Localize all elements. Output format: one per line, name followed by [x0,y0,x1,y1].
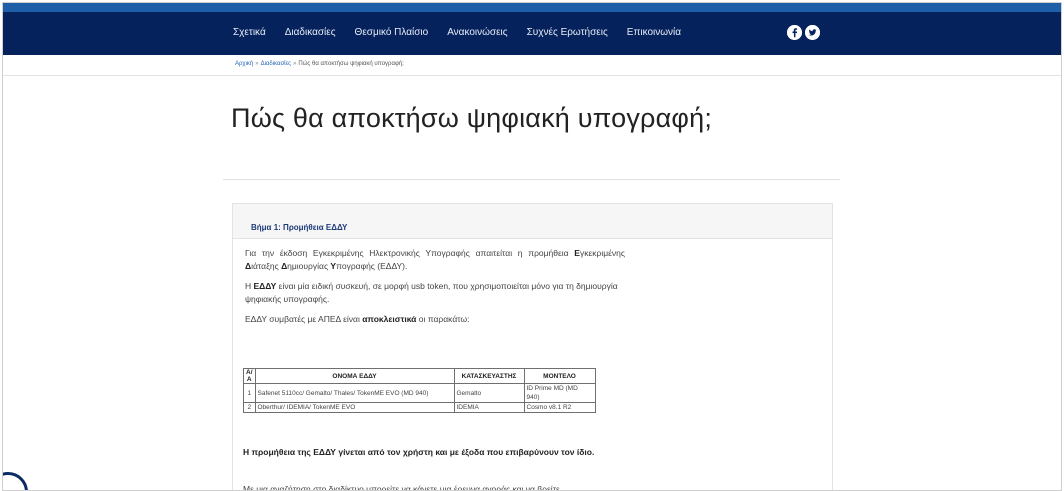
step-card-body: Για την έκδοση Εγκεκριμένης Ηλεκτρονικής… [245,247,625,334]
breadcrumb: Αρχική» Διαδικασίες» Πώς θα αποκτήσω ψηφια… [235,61,404,67]
browser-viewport: Σχετικά Διαδικασίες Θεσμικό Πλαίσιο Ανακ… [2,2,1062,491]
paragraph-text: οι παρακάτω: [416,314,470,324]
paragraph-text: ιάταξης [251,260,282,271]
table-cell: Gemalto [453,383,525,403]
bold-term: ΕΔΔΥ [253,281,277,291]
paragraph-intro: Για την έκδοση Εγκεκριμένης Ηλεκτρονικής… [245,247,625,272]
title-divider [223,179,840,180]
paragraph-text: γκεκριμένης [579,248,625,258]
paragraph-text: πογραφής (ΕΔΔΥ). [336,260,408,271]
purchase-note: Η προμήθεια της ΕΔΔΥ γίνεται από τον χρή… [243,447,595,457]
table-row: 1 Safenet 5110cc/ Gemalto/ Thales/ Token… [243,383,596,403]
breadcrumb-bar: Αρχική» Διαδικασίες» Πώς θα αποκτήσω ψηφια… [3,55,1061,76]
breadcrumb-home[interactable]: Αρχική [235,61,253,67]
nav-link-contact[interactable]: Επικοινωνία [627,27,681,38]
paragraph-compatible: ΕΔΔΥ συμβατές με ΑΠΕΔ είναι αποκλειστικά… [245,313,625,326]
bold-term: αποκλειστικά [362,314,417,324]
column-header: Α/Α [243,368,256,384]
paragraph-text: Η [245,281,254,291]
column-header: ΜΟΝΤΕΛΟ [523,368,596,384]
table-cell: Cosmo v8.1 R2 [523,402,596,413]
market-research-text: Με μια αναζήτηση στο διαδίκτυο μπορείτε … [243,484,560,491]
table-row: 2 Oberthur/ IDEMIA/ TokenME EVO IDEMIA C… [243,402,596,413]
paragraph-text: ημιουργίας [287,260,331,271]
breadcrumb-procedures[interactable]: Διαδικασίες [261,61,291,67]
top-accent-stripe [3,3,1061,12]
paragraph-device: Η ΕΔΔΥ είναι μία ειδική συσκευή, σε μορφ… [245,280,625,305]
table-cell: 2 [243,402,256,413]
breadcrumb-current: Πώς θα αποκτήσω ψηφιακή υπογραφή; [298,61,404,67]
nav-link-about[interactable]: Σχετικά [233,27,266,38]
nav-link-announcements[interactable]: Ανακοινώσεις [447,27,507,38]
paragraph-text: είναι μία ειδική συσκευή, σε μορφή usb t… [245,281,618,304]
breadcrumb-separator: » [293,61,297,67]
table-cell: IDEMIA [453,402,525,413]
table-cell: ID Prime MD (MD 940) [523,383,596,403]
paragraph-text: ΕΔΔΥ συμβατές με ΑΠΕΔ είναι [245,314,363,324]
breadcrumb-separator: » [255,61,259,67]
column-header: ΚΑΤΑΣΚΕΥΑΣΤΗΣ [453,368,525,384]
edd-devices-table: Α/Α ΟΝΟΜΑ ΕΔΔΥ ΚΑΤΑΣΚΕΥΑΣΤΗΣ ΜΟΝΤΕΛΟ 1 S… [243,368,596,413]
twitter-icon[interactable] [805,25,820,40]
table-cell: 1 [243,383,256,403]
nav-link-faq[interactable]: Συχνές Ερωτήσεις [527,27,608,38]
table-cell: Oberthur/ IDEMIA/ TokenME EVO [254,402,455,413]
nav-link-procedures[interactable]: Διαδικασίες [285,27,336,38]
main-nav: Σχετικά Διαδικασίες Θεσμικό Πλαίσιο Ανακ… [233,27,681,38]
chat-widget-button[interactable] [3,472,28,490]
top-navigation-bar: Σχετικά Διαδικασίες Θεσμικό Πλαίσιο Ανακ… [3,3,1061,55]
page-title: Πώς θα αποκτήσω ψηφιακή υπογραφή; [231,103,713,133]
paragraph-text: Για την έκδοση Εγκεκριμένης Ηλεκτρονικής… [245,248,575,258]
social-links [787,25,820,40]
step-heading: Βήμα 1: Προμήθεια ΕΔΔΥ [251,223,348,232]
step-card-header[interactable]: Βήμα 1: Προμήθεια ΕΔΔΥ [233,204,832,239]
table-header-row: Α/Α ΟΝΟΜΑ ΕΔΔΥ ΚΑΤΑΣΚΕΥΑΣΤΗΣ ΜΟΝΤΕΛΟ [243,368,596,384]
table-cell: Safenet 5110cc/ Gemalto/ Thales/ TokenME… [254,383,455,403]
facebook-icon[interactable] [787,25,802,40]
column-header: ΟΝΟΜΑ ΕΔΔΥ [254,368,455,384]
step-card: Βήμα 1: Προμήθεια ΕΔΔΥ Για την έκδοση Εγ… [232,203,833,491]
nav-link-legal-framework[interactable]: Θεσμικό Πλαίσιο [355,27,429,38]
